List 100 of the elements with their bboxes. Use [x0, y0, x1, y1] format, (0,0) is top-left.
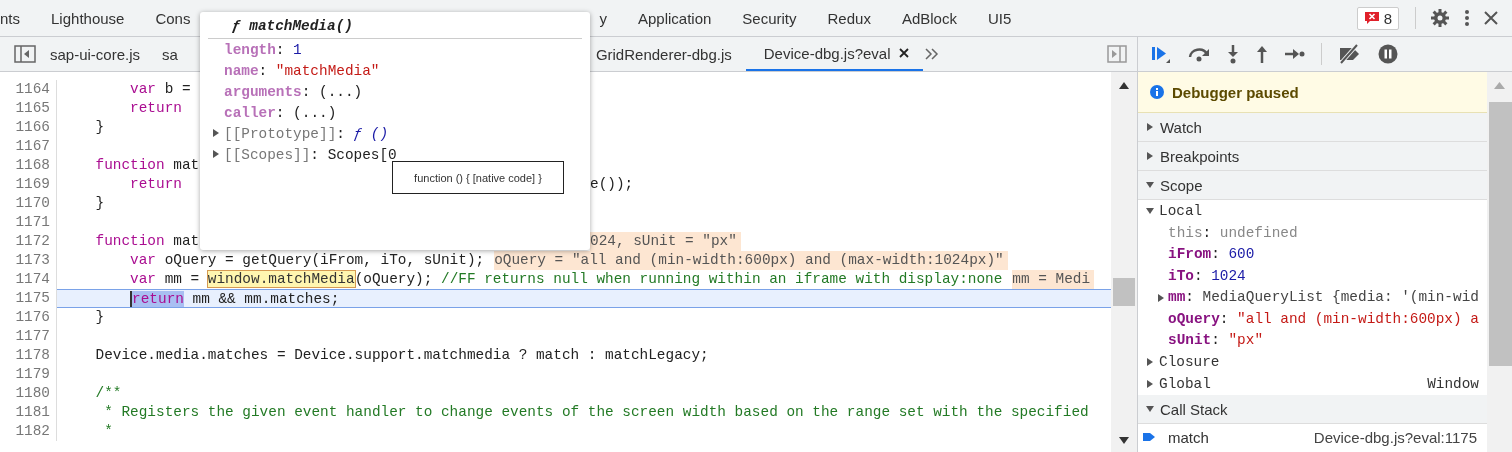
- inline-value: 024, sUnit = "px": [590, 232, 741, 251]
- section-header[interactable]: Scope: [1138, 171, 1487, 200]
- panel-tab[interactable]: AdBlock: [901, 0, 957, 36]
- property-row: [[Scopes]]: Scopes[0: [224, 146, 397, 163]
- line-number: 1177: [0, 327, 57, 346]
- call-frame[interactable]: match: [1168, 428, 1209, 446]
- code-line: Device.media.matches = Device.support.matchmedia ? match : matchLegacy;: [94, 346, 709, 365]
- expanded-arrow-icon[interactable]: [1146, 207, 1154, 215]
- scope-variable: oQuery: "all and (min-width:600px) a: [1167, 310, 1479, 327]
- line-number: 1178: [0, 346, 57, 365]
- scope-variable: sUnit: "px": [1167, 332, 1263, 349]
- panel-tab[interactable]: Application: [637, 0, 712, 36]
- code-line: function mat: [94, 156, 200, 175]
- panel-tab[interactable]: UI5: [987, 0, 1012, 36]
- info-icon: [1150, 85, 1164, 99]
- line-number: 1170: [0, 194, 57, 213]
- code-line: * Registers the given event handler to change events of the screen width based on the range set with the specified: [103, 403, 1089, 422]
- line-number: 1176: [0, 308, 57, 327]
- collapsed-arrow-icon[interactable]: [212, 150, 220, 158]
- function-title: ƒ matchMedia(): [232, 18, 353, 34]
- expanded-arrow-icon[interactable]: [1146, 181, 1154, 189]
- scope-variable: this: undefined: [1167, 224, 1298, 241]
- code-line: var b =: [129, 80, 191, 99]
- inline-value: oQuery = "all and (min-width:600px) and (max-width:1024px)": [494, 251, 1008, 270]
- expanded-arrow-icon[interactable]: [1146, 405, 1154, 413]
- paused-message: Debugger paused: [1172, 83, 1299, 101]
- scope-group[interactable]: Local: [1159, 203, 1203, 219]
- scrollbar[interactable]: [1111, 72, 1137, 452]
- scroll-up-arrow-icon[interactable]: [1119, 82, 1129, 89]
- close-icon[interactable]: [1484, 11, 1498, 25]
- scope-variable: iTo: 1024: [1167, 267, 1246, 284]
- code-line: var oQuery = getQuery(iFrom, iTo, sUnit);: [129, 251, 485, 270]
- property-row-text: name: "matchMedia": [223, 62, 380, 79]
- collapsed-arrow-icon[interactable]: [1146, 152, 1154, 160]
- resume-icon[interactable]: [1150, 44, 1172, 64]
- scroll-down-arrow-icon[interactable]: [1119, 437, 1129, 444]
- step-icon[interactable]: [1284, 47, 1306, 61]
- section-header[interactable]: Watch: [1138, 113, 1487, 142]
- collapsed-arrow-icon[interactable]: [1157, 293, 1165, 302]
- section-header[interactable]: Call Stack: [1138, 395, 1487, 424]
- code-line: return: [129, 175, 182, 194]
- scrollbar[interactable]: [1487, 72, 1512, 452]
- scrollbar-thumb[interactable]: [1489, 102, 1512, 366]
- close-icon[interactable]: [898, 48, 909, 58]
- line-number: 1168: [0, 156, 57, 175]
- sidebar-toggle-icon[interactable]: [14, 45, 36, 63]
- line-number: 1171: [0, 213, 57, 232]
- inline-value: mm = Medi: [1012, 270, 1095, 289]
- step-into-icon[interactable]: [1226, 44, 1240, 64]
- pause-icon[interactable]: [1378, 44, 1398, 64]
- more-options-icon[interactable]: [1464, 9, 1470, 27]
- file-tab[interactable]: GridRenderer-dbg.js: [595, 37, 732, 71]
- code-line: function mat: [94, 232, 200, 251]
- step-out-icon[interactable]: [1255, 44, 1269, 64]
- error-count-badge[interactable]: 8: [1356, 6, 1399, 30]
- code-line: return mm && mm.matches;: [129, 290, 340, 307]
- line-number: 1172: [0, 232, 57, 251]
- panel-tab[interactable]: nts: [0, 0, 20, 36]
- collapsed-arrow-icon[interactable]: [1146, 123, 1154, 131]
- file-tab[interactable]: sa: [154, 37, 192, 71]
- code-line: }: [94, 118, 105, 137]
- more-tabs-icon[interactable]: [924, 48, 939, 60]
- scope-group[interactable]: Closure: [1159, 354, 1220, 370]
- file-tab[interactable]: Device-dbg.js?eval: [745, 37, 923, 71]
- line-number: 1179: [0, 365, 57, 384]
- line-number: 1181: [0, 403, 57, 422]
- property-row-text: length: 1: [223, 41, 302, 58]
- sidebar-toggle-icon[interactable]: [1107, 45, 1127, 63]
- collapsed-arrow-icon[interactable]: [212, 129, 220, 137]
- scope-value: Window: [1427, 376, 1480, 392]
- tooltip: function () { [native code] }: [392, 161, 564, 194]
- step-over-icon[interactable]: [1187, 45, 1211, 63]
- collapsed-arrow-icon[interactable]: [1146, 358, 1154, 366]
- panel-tab[interactable]: Lighthouse: [51, 0, 125, 36]
- property-row: [[Prototype]]: ƒ (): [224, 125, 389, 142]
- line-number: 1182: [0, 422, 57, 441]
- line-number: 1180: [0, 384, 57, 403]
- panel-tab[interactable]: Redux: [827, 0, 871, 36]
- code-line: e());: [590, 175, 634, 194]
- error-icon: [1363, 11, 1380, 25]
- settings-icon[interactable]: [1430, 8, 1450, 28]
- scope-variable: mm: MediaQueryList {media: '(min-wid: [1168, 289, 1479, 306]
- scope-group[interactable]: Global: [1159, 376, 1211, 392]
- section-header[interactable]: Breakpoints: [1138, 142, 1487, 171]
- file-tab[interactable]: sap-ui-core.js: [36, 37, 155, 71]
- line-number: 1164: [0, 80, 57, 99]
- line-number: 1174: [0, 270, 57, 289]
- collapsed-arrow-icon[interactable]: [1146, 380, 1154, 388]
- line-number: 1166: [0, 118, 57, 137]
- panel-tab[interactable]: y: [599, 0, 607, 36]
- scrollbar-thumb[interactable]: [1113, 278, 1135, 306]
- scope-variable: iFrom: 600: [1167, 246, 1255, 263]
- code-line: }: [94, 308, 105, 327]
- property-row-text: arguments: (...): [223, 83, 363, 100]
- panel-tab[interactable]: Cons: [155, 0, 191, 36]
- panel-tab[interactable]: Security: [742, 0, 797, 36]
- line-number: 1167: [0, 137, 57, 156]
- code-line: /**: [94, 384, 122, 403]
- line-number: 1173: [0, 251, 57, 270]
- frame-location[interactable]: Device-dbg.js?eval:1175: [1313, 428, 1487, 446]
